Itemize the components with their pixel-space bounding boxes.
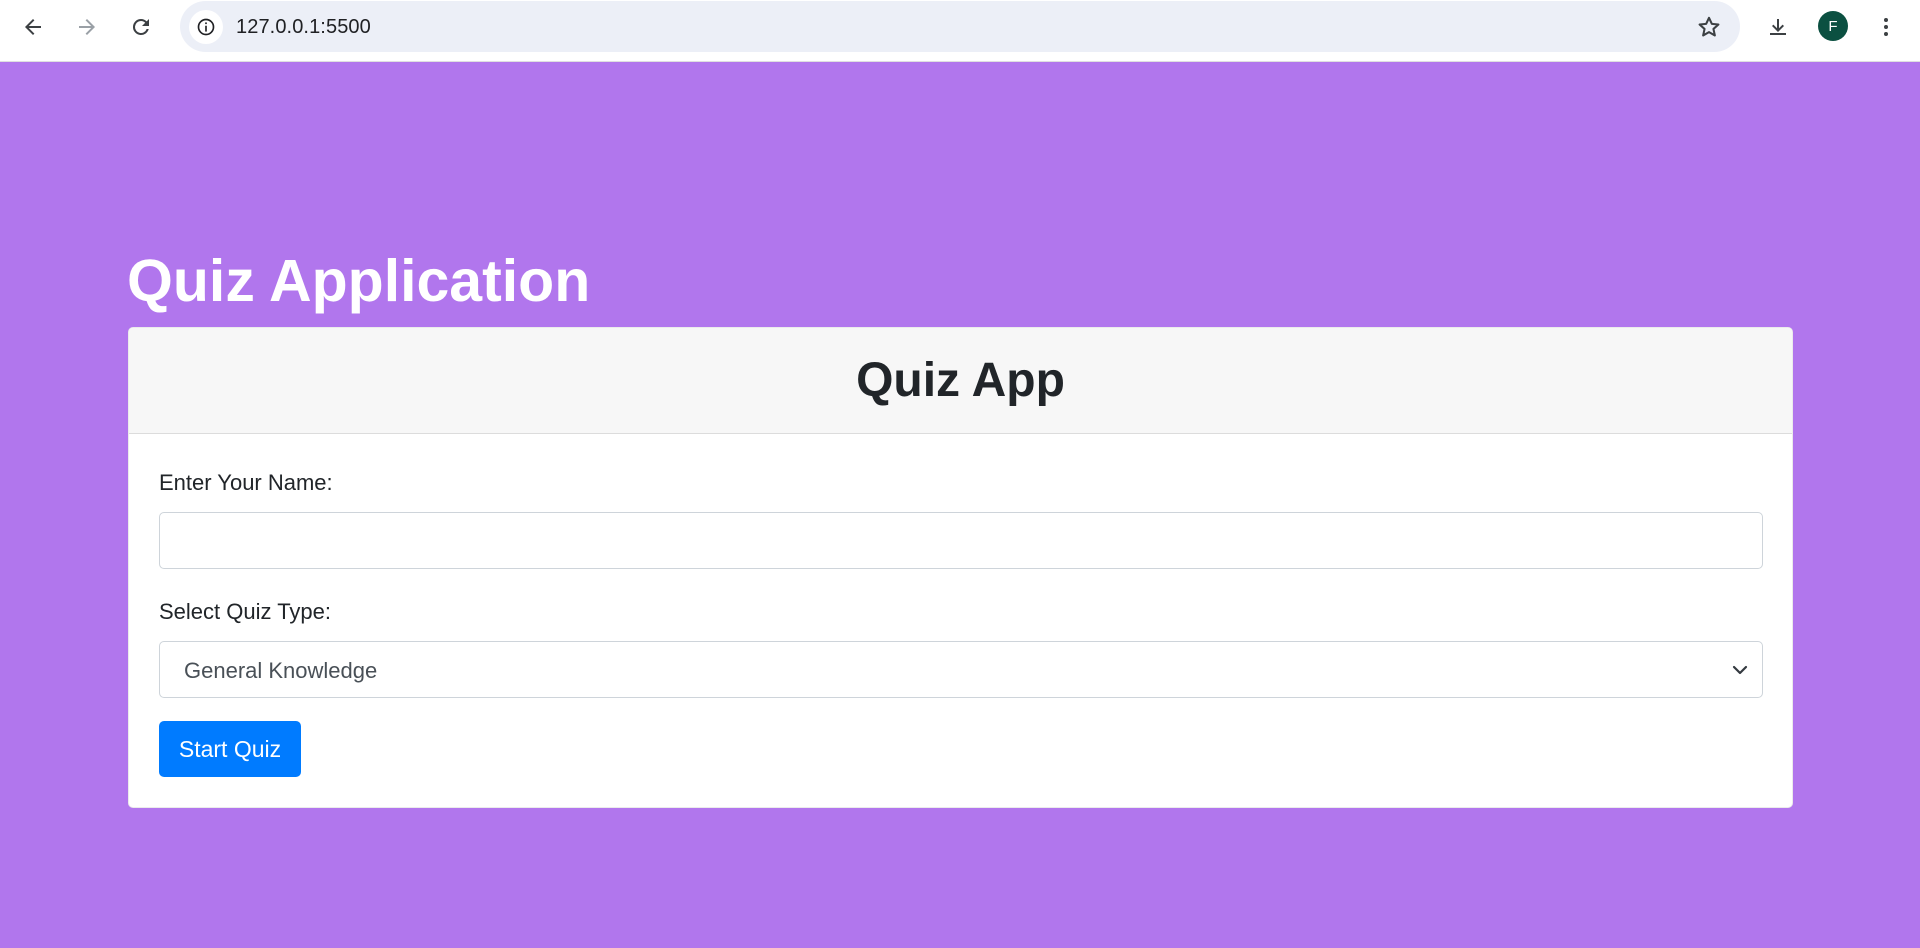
quiz-type-select[interactable]: General Knowledge (159, 641, 1763, 698)
address-bar[interactable]: 127.0.0.1:5500 (180, 1, 1740, 52)
star-icon (1698, 16, 1720, 37)
profile-initial: F (1828, 17, 1838, 35)
arrow-left-icon (25, 19, 41, 35)
card-body: Enter Your Name: Select Quiz Type: Gener… (129, 434, 1792, 807)
name-label: Enter Your Name: (159, 470, 333, 495)
downloads-button[interactable] (1760, 9, 1796, 45)
reload-button[interactable] (123, 9, 159, 45)
download-icon (1770, 19, 1786, 35)
bookmark-button[interactable] (1692, 10, 1726, 44)
quiz-card: Quiz App Enter Your Name: Select Quiz Ty… (128, 327, 1793, 808)
chevron-down-icon (1732, 665, 1748, 675)
quiz-type-label: Select Quiz Type: (159, 599, 332, 624)
forward-button[interactable] (69, 9, 105, 45)
url-text[interactable]: 127.0.0.1:5500 (236, 16, 371, 39)
quiz-type-selected-value: General Knowledge (184, 658, 378, 683)
info-icon (197, 18, 215, 36)
card-header: Quiz App (129, 328, 1792, 434)
page-title: Quiz Application (127, 248, 591, 314)
back-button[interactable] (15, 9, 51, 45)
card-title: Quiz App (856, 354, 1065, 407)
start-quiz-button[interactable]: Start Quiz (159, 721, 301, 777)
browser-menu-button[interactable] (1868, 9, 1904, 45)
browser-toolbar: 127.0.0.1:5500 F (0, 0, 1920, 62)
kebab-menu-icon (1884, 18, 1888, 36)
name-input[interactable] (159, 512, 1763, 569)
arrow-right-icon (79, 19, 95, 35)
site-info-button[interactable] (189, 10, 223, 44)
profile-avatar[interactable]: F (1818, 11, 1848, 41)
reload-icon (132, 18, 149, 35)
